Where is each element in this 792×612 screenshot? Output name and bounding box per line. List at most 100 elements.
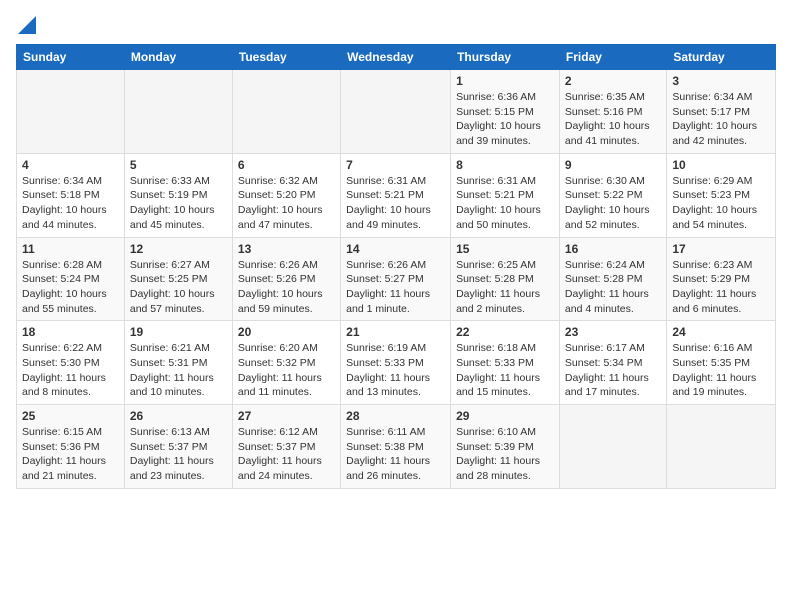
- calendar-cell: 5 Sunrise: 6:33 AM Sunset: 5:19 PM Daylig…: [124, 153, 232, 237]
- calendar-cell: 17 Sunrise: 6:23 AM Sunset: 5:29 PM Dayli…: [667, 237, 776, 321]
- day-number: 19: [130, 325, 227, 339]
- day-number: 6: [238, 158, 335, 172]
- calendar-cell: 21Sunrise: 6:19 AM Sunset: 5:33 PM Dayli…: [341, 321, 451, 405]
- calendar-cell: 14 Sunrise: 6:26 AM Sunset: 5:27 PM Dayli…: [341, 237, 451, 321]
- calendar-week-row: 11 Sunrise: 6:28 AM Sunset: 5:24 PM Dayli…: [17, 237, 776, 321]
- day-number: 11: [22, 242, 119, 256]
- day-detail: Sunrise: 6:24 AM Sunset: 5:28 PM Dayligh…: [565, 258, 661, 317]
- calendar-cell: 11 Sunrise: 6:28 AM Sunset: 5:24 PM Dayli…: [17, 237, 125, 321]
- day-number: 4: [22, 158, 119, 172]
- calendar-cell: [124, 70, 232, 154]
- calendar-cell: 2 Sunrise: 6:35 AM Sunset: 5:16 PM Daylig…: [559, 70, 666, 154]
- calendar-cell: 20 Sunrise: 6:20 AM Sunset: 5:32 PM Dayli…: [232, 321, 340, 405]
- day-number: 29: [456, 409, 554, 423]
- day-number: 1: [456, 74, 554, 88]
- day-detail: Sunrise: 6:30 AM Sunset: 5:22 PM Dayligh…: [565, 174, 661, 233]
- calendar-cell: [232, 70, 340, 154]
- calendar-week-row: 25 Sunrise: 6:15 AM Sunset: 5:36 PM Dayli…: [17, 405, 776, 489]
- weekday-header-tuesday: Tuesday: [232, 45, 340, 70]
- day-detail: Sunrise: 6:32 AM Sunset: 5:20 PM Dayligh…: [238, 174, 335, 233]
- calendar-cell: 26 Sunrise: 6:13 AM Sunset: 5:37 PM Dayli…: [124, 405, 232, 489]
- day-number: 9: [565, 158, 661, 172]
- day-number: 28: [346, 409, 445, 423]
- weekday-header-wednesday: Wednesday: [341, 45, 451, 70]
- weekday-header-sunday: Sunday: [17, 45, 125, 70]
- day-detail: Sunrise: 6:31 AM Sunset: 5:21 PM Dayligh…: [456, 174, 554, 233]
- day-number: 22: [456, 325, 554, 339]
- weekday-row: SundayMondayTuesdayWednesdayThursdayFrid…: [17, 45, 776, 70]
- logo: [16, 16, 36, 34]
- day-number: 24: [672, 325, 770, 339]
- day-detail: Sunrise: 6:23 AM Sunset: 5:29 PM Dayligh…: [672, 258, 770, 317]
- day-number: 17: [672, 242, 770, 256]
- day-detail: Sunrise: 6:36 AM Sunset: 5:15 PM Dayligh…: [456, 90, 554, 149]
- calendar-week-row: 18 Sunrise: 6:22 AM Sunset: 5:30 PM Dayli…: [17, 321, 776, 405]
- calendar-cell: 9 Sunrise: 6:30 AM Sunset: 5:22 PM Daylig…: [559, 153, 666, 237]
- calendar-cell: 16 Sunrise: 6:24 AM Sunset: 5:28 PM Dayli…: [559, 237, 666, 321]
- day-number: 16: [565, 242, 661, 256]
- day-detail: Sunrise: 6:22 AM Sunset: 5:30 PM Dayligh…: [22, 341, 119, 400]
- day-detail: Sunrise: 6:15 AM Sunset: 5:36 PM Dayligh…: [22, 425, 119, 484]
- day-number: 10: [672, 158, 770, 172]
- day-number: 5: [130, 158, 227, 172]
- day-detail: Sunrise: 6:27 AM Sunset: 5:25 PM Dayligh…: [130, 258, 227, 317]
- calendar-cell: 22 Sunrise: 6:18 AM Sunset: 5:33 PM Dayli…: [451, 321, 560, 405]
- calendar-cell: 23Sunrise: 6:17 AM Sunset: 5:34 PM Dayli…: [559, 321, 666, 405]
- day-number: 26: [130, 409, 227, 423]
- day-number: 25: [22, 409, 119, 423]
- day-detail: Sunrise: 6:12 AM Sunset: 5:37 PM Dayligh…: [238, 425, 335, 484]
- day-number: 20: [238, 325, 335, 339]
- day-detail: Sunrise: 6:13 AM Sunset: 5:37 PM Dayligh…: [130, 425, 227, 484]
- page-header: [16, 16, 776, 34]
- calendar-cell: 10 Sunrise: 6:29 AM Sunset: 5:23 PM Dayli…: [667, 153, 776, 237]
- calendar-cell: 8 Sunrise: 6:31 AM Sunset: 5:21 PM Daylig…: [451, 153, 560, 237]
- day-number: 12: [130, 242, 227, 256]
- day-detail: Sunrise: 6:20 AM Sunset: 5:32 PM Dayligh…: [238, 341, 335, 400]
- calendar-cell: 7 Sunrise: 6:31 AM Sunset: 5:21 PM Daylig…: [341, 153, 451, 237]
- calendar-cell: 27 Sunrise: 6:12 AM Sunset: 5:37 PM Dayli…: [232, 405, 340, 489]
- day-number: 3: [672, 74, 770, 88]
- calendar-cell: 13Sunrise: 6:26 AM Sunset: 5:26 PM Dayli…: [232, 237, 340, 321]
- calendar-cell: 24 Sunrise: 6:16 AM Sunset: 5:35 PM Dayli…: [667, 321, 776, 405]
- calendar-cell: 3 Sunrise: 6:34 AM Sunset: 5:17 PM Daylig…: [667, 70, 776, 154]
- day-detail: Sunrise: 6:29 AM Sunset: 5:23 PM Dayligh…: [672, 174, 770, 233]
- day-detail: Sunrise: 6:18 AM Sunset: 5:33 PM Dayligh…: [456, 341, 554, 400]
- weekday-header-friday: Friday: [559, 45, 666, 70]
- weekday-header-monday: Monday: [124, 45, 232, 70]
- calendar-cell: [559, 405, 666, 489]
- day-detail: Sunrise: 6:10 AM Sunset: 5:39 PM Dayligh…: [456, 425, 554, 484]
- calendar-cell: [341, 70, 451, 154]
- day-detail: Sunrise: 6:33 AM Sunset: 5:19 PM Dayligh…: [130, 174, 227, 233]
- day-number: 14: [346, 242, 445, 256]
- calendar-cell: [17, 70, 125, 154]
- day-detail: Sunrise: 6:34 AM Sunset: 5:17 PM Dayligh…: [672, 90, 770, 149]
- calendar-cell: 18 Sunrise: 6:22 AM Sunset: 5:30 PM Dayli…: [17, 321, 125, 405]
- calendar-cell: 28Sunrise: 6:11 AM Sunset: 5:38 PM Dayli…: [341, 405, 451, 489]
- day-number: 27: [238, 409, 335, 423]
- day-number: 23: [565, 325, 661, 339]
- day-number: 13: [238, 242, 335, 256]
- calendar-cell: 12 Sunrise: 6:27 AM Sunset: 5:25 PM Dayli…: [124, 237, 232, 321]
- day-detail: Sunrise: 6:28 AM Sunset: 5:24 PM Dayligh…: [22, 258, 119, 317]
- weekday-header-saturday: Saturday: [667, 45, 776, 70]
- day-detail: Sunrise: 6:31 AM Sunset: 5:21 PM Dayligh…: [346, 174, 445, 233]
- day-number: 18: [22, 325, 119, 339]
- calendar-week-row: 4Sunrise: 6:34 AM Sunset: 5:18 PM Daylig…: [17, 153, 776, 237]
- day-number: 8: [456, 158, 554, 172]
- calendar-body: 1 Sunrise: 6:36 AM Sunset: 5:15 PM Daylig…: [17, 70, 776, 489]
- calendar-cell: 1 Sunrise: 6:36 AM Sunset: 5:15 PM Daylig…: [451, 70, 560, 154]
- calendar-table: SundayMondayTuesdayWednesdayThursdayFrid…: [16, 44, 776, 489]
- calendar-cell: 25 Sunrise: 6:15 AM Sunset: 5:36 PM Dayli…: [17, 405, 125, 489]
- calendar-cell: [667, 405, 776, 489]
- day-detail: Sunrise: 6:35 AM Sunset: 5:16 PM Dayligh…: [565, 90, 661, 149]
- calendar-cell: 6 Sunrise: 6:32 AM Sunset: 5:20 PM Daylig…: [232, 153, 340, 237]
- calendar-header: SundayMondayTuesdayWednesdayThursdayFrid…: [17, 45, 776, 70]
- logo-triangle-icon: [18, 16, 36, 34]
- day-number: 2: [565, 74, 661, 88]
- day-detail: Sunrise: 6:26 AM Sunset: 5:27 PM Dayligh…: [346, 258, 445, 317]
- day-detail: Sunrise: 6:25 AM Sunset: 5:28 PM Dayligh…: [456, 258, 554, 317]
- calendar-cell: 15Sunrise: 6:25 AM Sunset: 5:28 PM Dayli…: [451, 237, 560, 321]
- calendar-week-row: 1 Sunrise: 6:36 AM Sunset: 5:15 PM Daylig…: [17, 70, 776, 154]
- day-number: 7: [346, 158, 445, 172]
- day-detail: Sunrise: 6:16 AM Sunset: 5:35 PM Dayligh…: [672, 341, 770, 400]
